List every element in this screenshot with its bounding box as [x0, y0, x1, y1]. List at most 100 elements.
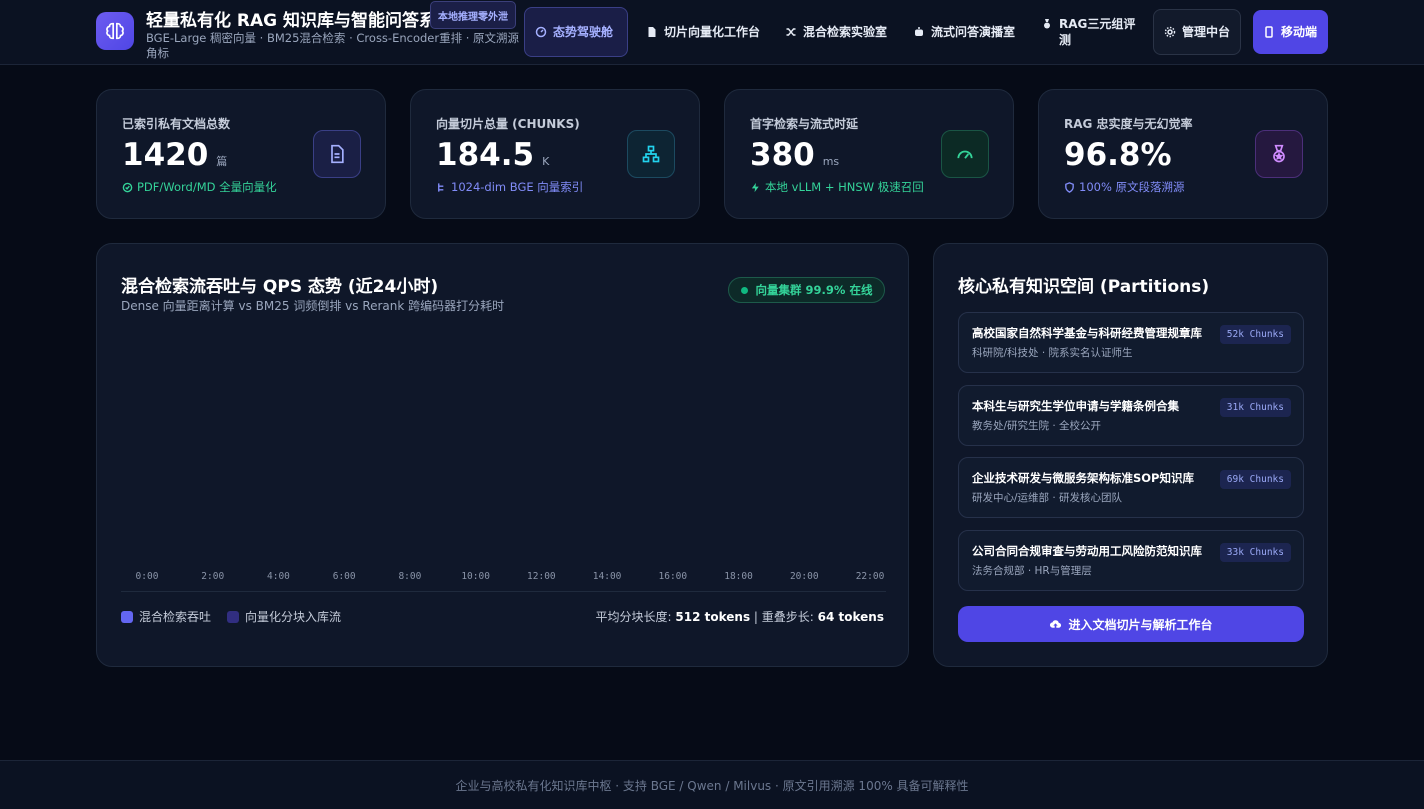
app-title: 轻量私有化 RAG 知识库与智能问答系统: [146, 11, 454, 31]
cluster-status-badge: 向量集群 99.9% 在线: [728, 277, 885, 303]
chunk-count-badge: 33k Chunks: [1219, 543, 1291, 562]
nav-dashboard[interactable]: 态势驾驶舱: [524, 7, 628, 57]
page-footer: 企业与高校私有化知识库中枢 · 支持 BGE / Qwen / Milvus ·…: [0, 760, 1424, 809]
legend-item-hybrid[interactable]: 混合检索吞吐: [121, 608, 211, 625]
partitions-title: 核心私有知识空间 (Partitions): [958, 277, 1210, 297]
top-header: 轻量私有化 RAG 知识库与智能问答系统 本地推理零外泄 BGE-Large 稠…: [0, 0, 1424, 65]
nav-label: 切片向量化工作台: [664, 25, 761, 39]
stat-label: RAG 忠实度与无幻觉率: [1064, 117, 1193, 131]
x-tick-label: 0:00: [136, 571, 159, 582]
privacy-badge: 本地推理零外泄: [430, 1, 516, 29]
nav-hybrid-lab[interactable]: 混合检索实验室: [785, 10, 893, 54]
chart-title: 混合检索流吞吐与 QPS 态势 (近24小时): [121, 277, 439, 297]
partition-name: 企业技术研发与微服务架构标准SOP知识库: [972, 471, 1194, 485]
gear-icon: [1164, 26, 1176, 38]
nav-admin-console[interactable]: 管理中台: [1153, 9, 1241, 55]
document-icon: [648, 27, 656, 37]
stat-label: 首字检索与流式时延: [750, 117, 859, 131]
stat-value: 380 ms: [750, 137, 840, 173]
stat-label: 已索引私有文档总数: [122, 117, 231, 131]
open-workbench-button[interactable]: 进入文档切片与解析工作台: [958, 606, 1304, 642]
stat-card-documents: 已索引私有文档总数 1420 篇 PDF/Word/MD 全量向量化: [96, 89, 386, 219]
nav-label: 流式问答演播室: [931, 25, 1016, 39]
shield-icon: [1065, 181, 1074, 193]
chunk-config-info: 平均分块长度: 512 tokens | 重叠步长: 64 tokens: [595, 610, 884, 624]
chart-legend: 混合检索吞吐 向量化分块入库流: [121, 608, 341, 625]
stat-card-latency: 首字检索与流式时延 380 ms 本地 vLLM + HNSW 极速召回: [724, 89, 1014, 219]
partition-meta: 法务合规部 · HR与管理层: [972, 565, 1092, 577]
footer-text: 企业与高校私有化知识库中枢 · 支持 BGE / Qwen / Milvus ·…: [455, 778, 969, 793]
partition-name: 高校国家自然科学基金与科研经费管理规章库: [972, 326, 1202, 340]
stat-card-chunks: 向量切片总量 (CHUNKS) 184.5 K 1024-dim BGE 向量索引: [410, 89, 700, 219]
chunk-count-badge: 69k Chunks: [1219, 470, 1291, 489]
legend-swatch: [121, 610, 133, 623]
x-tick-label: 6:00: [333, 571, 356, 582]
x-tick-label: 12:00: [527, 571, 556, 582]
nav-label: 态势驾驶舱: [553, 25, 614, 39]
partition-meta: 科研院/科技处 · 院系实名认证师生: [972, 347, 1133, 359]
nav-label: RAG三元组评测: [1059, 17, 1136, 47]
stat-card-faithfulness: RAG 忠实度与无幻觉率 96.8% 100% 原文段落溯源: [1038, 89, 1328, 219]
medal-icon: [1044, 19, 1050, 29]
x-tick-label: 22:00: [856, 571, 885, 582]
legend-swatch: [227, 610, 240, 623]
x-tick-label: 20:00: [790, 571, 819, 582]
check-circle-icon: [122, 182, 133, 192]
stat-note: 1024-dim BGE 向量索引: [436, 179, 583, 195]
partitions-panel: 核心私有知识空间 (Partitions) 高校国家自然科学基金与科研经费管理规…: [933, 243, 1328, 667]
x-tick-label: 16:00: [659, 571, 688, 582]
partition-item[interactable]: 公司合同合规审查与劳动用工风险防范知识库 法务合规部 · HR与管理层 33k …: [958, 530, 1304, 591]
cloud-upload-icon: [1050, 619, 1062, 628]
x-tick-label: 8:00: [398, 571, 421, 582]
mobile-icon: [1265, 26, 1273, 38]
nav-label: 混合检索实验室: [803, 25, 888, 39]
stat-unit: K: [542, 155, 550, 168]
stat-note: PDF/Word/MD 全量向量化: [122, 179, 277, 195]
x-tick-label: 14:00: [593, 571, 622, 582]
stat-value: 1420 篇: [122, 137, 228, 173]
bolt-icon: [751, 182, 759, 192]
stat-label: 向量切片总量 (CHUNKS): [436, 117, 580, 131]
x-tick-label: 2:00: [201, 571, 224, 582]
stat-unit: ms: [822, 155, 840, 168]
chart-divider: [121, 591, 886, 592]
dashboard-icon: [535, 26, 547, 38]
partition-item[interactable]: 高校国家自然科学基金与科研经费管理规章库 科研院/科技处 · 院系实名认证师生 …: [958, 312, 1304, 373]
partition-meta: 教务处/研究生院 · 全校公开: [972, 420, 1102, 432]
medal-icon: [1255, 130, 1303, 178]
partition-item[interactable]: 本科生与研究生学位申请与学籍条例合集 教务处/研究生院 · 全校公开 31k C…: [958, 385, 1304, 446]
x-tick-label: 18:00: [724, 571, 753, 582]
stat-value: 184.5 K: [436, 137, 550, 173]
stat-unit: 篇: [216, 155, 228, 168]
throughput-chart-panel: 混合检索流吞吐与 QPS 态势 (近24小时) Dense 向量距离计算 vs …: [96, 243, 909, 667]
shuffle-icon: [786, 28, 796, 36]
brain-logo-icon: [96, 12, 134, 50]
app-subtitle: BGE-Large 稠密向量 · BM25混合检索 · Cross-Encode…: [146, 31, 520, 60]
throughput-chart: 0:00 2:00 4:00 6:00 8:00 10:00 12:00 14:00 16:00…: [136, 571, 885, 582]
legend-item-ingest[interactable]: 向量化分块入库流: [227, 608, 341, 625]
nav-stream-studio[interactable]: 流式问答演播室: [913, 10, 1021, 54]
nav-label: 移动端: [1281, 25, 1318, 39]
tree-icon: [438, 182, 444, 192]
gauge-icon: [941, 130, 989, 178]
nav-rag-eval[interactable]: RAG三元组评测: [1041, 10, 1141, 54]
document-icon: [313, 130, 361, 178]
stat-note: 100% 原文段落溯源: [1064, 179, 1185, 195]
sitemap-icon: [627, 130, 675, 178]
chunk-count-badge: 31k Chunks: [1219, 398, 1291, 417]
chart-subtitle: Dense 向量距离计算 vs BM25 词频倒排 vs Rerank 跨编码器…: [121, 299, 505, 313]
stat-note: 本地 vLLM + HNSW 极速召回: [750, 179, 924, 195]
stat-value: 96.8%: [1064, 137, 1172, 173]
nav-mobile[interactable]: 移动端: [1253, 10, 1328, 54]
nav-label: 管理中台: [1182, 25, 1231, 39]
x-tick-label: 10:00: [461, 571, 490, 582]
partition-name: 公司合同合规审查与劳动用工风险防范知识库: [972, 544, 1202, 558]
status-dot: [740, 286, 748, 294]
chunk-count-badge: 52k Chunks: [1219, 325, 1291, 344]
partition-name: 本科生与研究生学位申请与学籍条例合集: [972, 399, 1179, 413]
robot-icon: [915, 27, 923, 36]
partition-item[interactable]: 企业技术研发与微服务架构标准SOP知识库 研发中心/运维部 · 研发核心团队 6…: [958, 457, 1304, 518]
x-tick-label: 4:00: [267, 571, 290, 582]
nav-chunk-workbench[interactable]: 切片向量化工作台: [646, 10, 764, 54]
partition-meta: 研发中心/运维部 · 研发核心团队: [972, 492, 1123, 504]
